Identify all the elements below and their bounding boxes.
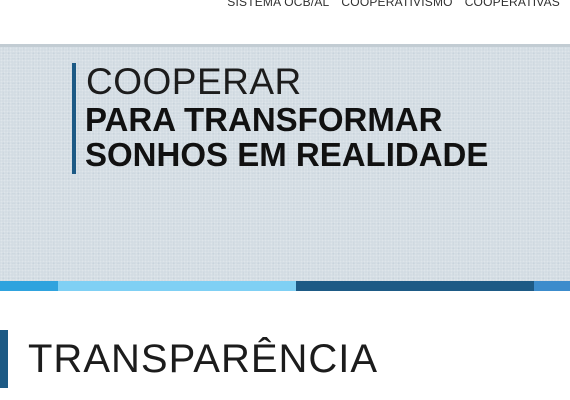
- hero-headline-light: COOPERAR: [86, 61, 302, 102]
- section-header: TRANSPARÊNCIA: [0, 330, 570, 388]
- color-stripe-bar: [0, 281, 570, 291]
- stripe-segment: [534, 281, 570, 291]
- stripe-segment: [296, 281, 534, 291]
- nav-item-sistema-ocb-al[interactable]: SISTEMA OCB/AL: [227, 0, 329, 9]
- nav-item-cooperativas[interactable]: COOPERATIVAS: [465, 0, 560, 9]
- hero-headline-bold-2: SONHOS EM REALIDADE: [85, 136, 489, 173]
- hero-accent-bar: [72, 63, 76, 174]
- stripe-segment: [58, 281, 296, 291]
- section-title: TRANSPARÊNCIA: [28, 337, 379, 381]
- hero-top-divider: [0, 44, 570, 47]
- nav-item-cooperativismo[interactable]: COOPERATIVISMO: [341, 0, 452, 9]
- section-accent-bar: [0, 330, 8, 388]
- hero-banner: COOPERAR PARA TRANSFORMAR SONHOS EM REAL…: [0, 44, 570, 281]
- stripe-segment: [0, 281, 58, 291]
- top-nav-menu: SISTEMA OCB/AL COOPERATIVISMO COOPERATIV…: [227, 0, 560, 9]
- hero-headline-bold-1: PARA TRANSFORMAR: [85, 101, 443, 138]
- top-navigation: SISTEMA OCB/AL COOPERATIVISMO COOPERATIV…: [0, 0, 570, 44]
